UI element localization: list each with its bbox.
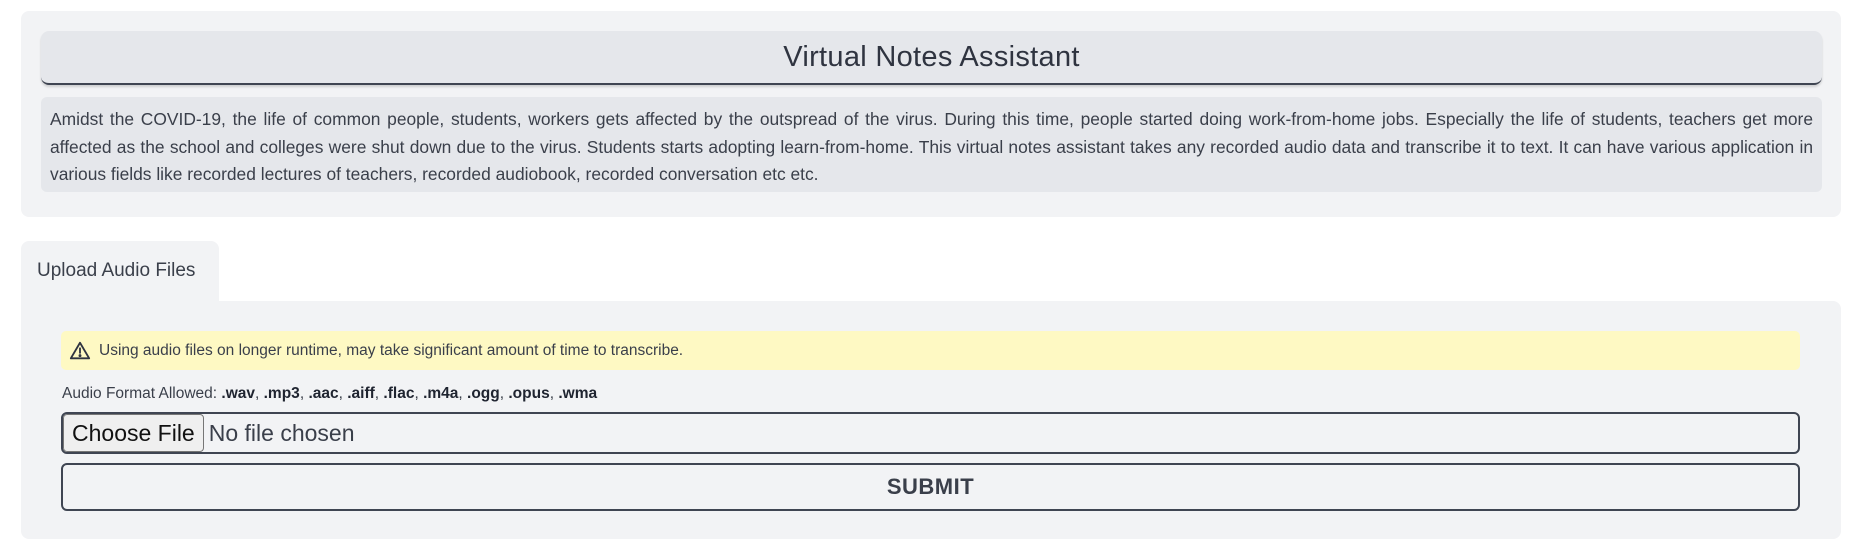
description-text: Amidst the COVID-19, the life of common … [50,109,1813,184]
format-item: .m4a [423,385,459,402]
warning-alert: Using audio files on longer runtime, may… [61,331,1800,370]
page-title: Virtual Notes Assistant [783,40,1080,73]
file-status-text: No file chosen [208,419,355,446]
format-item: .aac [308,385,339,402]
warning-triangle-icon [69,340,91,362]
upload-panel: Using audio files on longer runtime, may… [21,301,1841,539]
format-item: .flac [383,385,415,402]
format-item: .wma [558,385,598,402]
formats-label: Audio Format Allowed: [62,385,222,402]
description-box: Amidst the COVID-19, the life of common … [41,97,1822,192]
choose-file-button[interactable]: Choose File [63,414,204,452]
format-item: .ogg [467,385,500,402]
tab-upload-audio-files[interactable]: Upload Audio Files [21,241,219,301]
header-card: Virtual Notes Assistant Amidst the COVID… [21,11,1841,217]
submit-button[interactable]: SUBMIT [61,463,1800,511]
audio-formats-line: Audio Format Allowed: .wav, .mp3, .aac, … [62,385,598,402]
format-item: .aiff [347,385,375,402]
format-item: .wav [221,385,255,402]
format-item: .mp3 [263,385,300,402]
title-bar: Virtual Notes Assistant [41,31,1822,85]
tab-label: Upload Audio Files [37,260,196,281]
warning-text: Using audio files on longer runtime, may… [99,341,684,359]
audio-file-input[interactable]: Choose File No file chosen [61,412,1800,454]
format-item: .opus [508,385,550,402]
